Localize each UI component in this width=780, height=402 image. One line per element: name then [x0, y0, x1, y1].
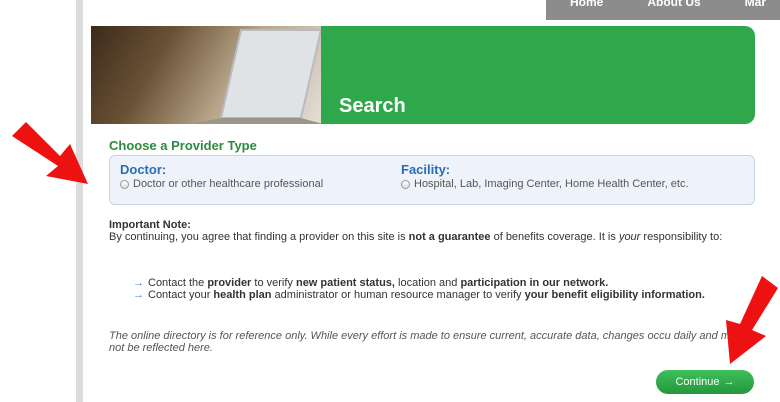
bullet-bold: participation in our network. [460, 277, 609, 289]
bullet-bold: health plan [213, 289, 272, 301]
provider-type-title: Choose a Provider Type [109, 138, 257, 153]
bullet-arrow-icon: → [133, 289, 144, 301]
bullet-text: Contact the [148, 277, 208, 289]
important-note: Important Note: By continuing, you agree… [109, 219, 749, 243]
doctor-option: Doctor: Doctor or other healthcare profe… [120, 162, 323, 190]
nav-more[interactable]: Mar [745, 0, 766, 20]
bullet-bold: new patient status, [295, 277, 395, 289]
facility-option: Facility: Hospital, Lab, Imaging Center,… [401, 162, 689, 190]
facility-heading: Facility: [401, 162, 451, 177]
page-title: Search [339, 95, 406, 117]
note-text: of benefits coverage. It is [490, 231, 619, 243]
bullet-provider: → Contact the provider to verify new pat… [133, 277, 733, 289]
facility-radio-label: Hospital, Lab, Imaging Center, Home Heal… [414, 178, 689, 190]
note-heading: Important Note: [109, 219, 191, 231]
note-text: By continuing, you agree that finding a … [109, 231, 409, 243]
note-bold: not a guarantee [408, 231, 491, 243]
disclaimer: The online directory is for reference on… [109, 330, 742, 354]
doctor-radio[interactable] [120, 179, 129, 189]
banner-title-panel: Search [321, 26, 755, 124]
facility-radio-row[interactable]: Hospital, Lab, Imaging Center, Home Heal… [401, 178, 689, 190]
note-italic: your [618, 231, 641, 243]
note-paragraph: By continuing, you agree that finding a … [109, 231, 749, 243]
bullet-text: location and [395, 277, 461, 289]
doctor-heading: Doctor: [120, 162, 167, 177]
nav-home[interactable]: Home [570, 0, 603, 20]
provider-type-box: Doctor: Doctor or other healthcare profe… [109, 155, 755, 205]
arrow-right-icon: → [723, 376, 735, 388]
bullet-text: Contact your [148, 289, 214, 301]
note-bullets: → Contact the provider to verify new pat… [133, 277, 733, 301]
bullet-text: to verify [251, 277, 296, 289]
banner-photo [91, 26, 323, 124]
continue-button[interactable]: Continue → [656, 370, 754, 394]
red-arrow-icon [726, 276, 778, 364]
bullet-bold: provider [207, 277, 252, 289]
red-arrow-icon [12, 122, 88, 184]
left-rail [76, 0, 83, 402]
bullet-bold: your benefit eligibility information. [524, 289, 705, 301]
doctor-radio-row[interactable]: Doctor or other healthcare professional [120, 178, 323, 190]
continue-label: Continue [675, 376, 720, 388]
bullet-health-plan: → Contact your health plan administrator… [133, 289, 733, 301]
bullet-arrow-icon: → [133, 277, 144, 289]
facility-radio[interactable] [401, 179, 410, 189]
nav-about-us[interactable]: About Us [647, 0, 700, 20]
note-text: responsibility to: [640, 231, 723, 243]
banner: Search [91, 26, 755, 124]
bullet-text: administrator or human resource manager … [271, 289, 525, 301]
top-nav: Home About Us Mar [546, 0, 780, 20]
doctor-radio-label: Doctor or other healthcare professional [133, 178, 324, 190]
